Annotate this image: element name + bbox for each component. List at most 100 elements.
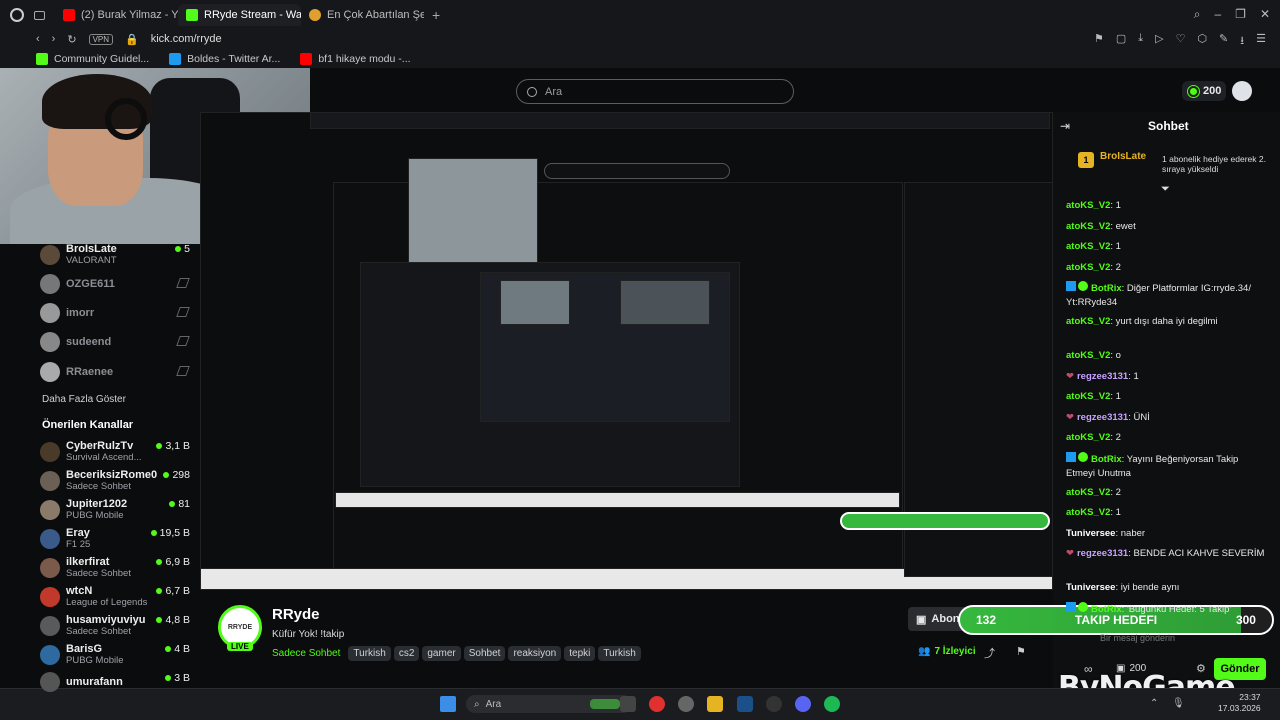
downloads-icon[interactable]: ⭳: [1240, 32, 1244, 51]
chat-username[interactable]: Tuniversee: [1066, 582, 1115, 593]
snapshot-icon[interactable]: ▢: [1116, 32, 1126, 51]
spotify-icon[interactable]: [824, 696, 840, 712]
mic-icon[interactable]: 🎙: [1172, 698, 1185, 709]
clock[interactable]: 23:37 17.03.2026: [1218, 692, 1261, 714]
chat-username[interactable]: Tuniversee: [1066, 528, 1115, 539]
chat-username[interactable]: atoKS_V2: [1066, 221, 1110, 232]
avatar: [40, 615, 60, 636]
recursive-thumbnail: [620, 280, 710, 325]
chat-username[interactable]: regzee3131: [1077, 548, 1128, 559]
bookmark-community[interactable]: Community Guidel...: [36, 53, 149, 65]
sidebar-item-recommended[interactable]: Jupiter1202 PUBG Mobile 81: [40, 498, 190, 521]
sidebar-item-imorr[interactable]: imorr: [40, 303, 190, 323]
menu-icon[interactable]: ☰: [1256, 32, 1266, 51]
tab-video[interactable]: En Çok Abartılan Şey? #1: [301, 4, 424, 26]
collapse-chat-icon[interactable]: ⇥: [1060, 119, 1070, 133]
sidebar-item-recommended[interactable]: wtcN League of Legends 6,7 B: [40, 585, 190, 608]
stream-tag[interactable]: cs2: [393, 646, 420, 661]
close-icon[interactable]: ✕: [1260, 7, 1270, 22]
chat-username[interactable]: atoKS_V2: [1066, 262, 1110, 273]
report-icon[interactable]: ⚑: [1016, 645, 1026, 658]
bookmark-boldes[interactable]: Boldes - Twitter Ar...: [169, 53, 280, 65]
tab-kick[interactable]: RRyde Stream - Watch Live: [178, 4, 301, 26]
chat-username[interactable]: BotRix: [1091, 454, 1122, 465]
sidebar-item-recommended[interactable]: BarisG PUBG Mobile 4 B: [40, 643, 190, 666]
show-more-link[interactable]: Daha Fazla Göster: [42, 394, 126, 405]
sidebar-item-recommended[interactable]: Eray F1 25 19,5 B: [40, 527, 190, 550]
coin-balance[interactable]: 200: [1182, 81, 1226, 101]
channel-name[interactable]: RRyde: [272, 606, 320, 623]
vpn-badge[interactable]: VPN: [88, 33, 114, 45]
sidebar-item-recommended[interactable]: CyberRulzTv Survival Ascend... 3,1 B: [40, 440, 190, 463]
chat-username[interactable]: atoKS_V2: [1066, 507, 1110, 518]
stream-tag[interactable]: reaksiyon: [508, 646, 562, 661]
user-avatar[interactable]: [1232, 81, 1252, 101]
url-field[interactable]: kick.com/rryde: [151, 33, 222, 45]
minimize-icon[interactable]: –: [1214, 7, 1221, 22]
maximize-icon[interactable]: ❐: [1235, 7, 1246, 22]
chat-message: atoKS_V2: 1: [1066, 506, 1266, 520]
app-icon[interactable]: [678, 696, 694, 712]
stream-tag[interactable]: Sohbet: [463, 646, 506, 661]
reload-icon[interactable]: ↻: [67, 33, 76, 46]
opera-logo-icon[interactable]: [10, 8, 24, 22]
new-tab-icon[interactable]: +: [432, 7, 440, 23]
chat-text: 2: [1115, 432, 1121, 443]
chat-username[interactable]: atoKS_V2: [1066, 432, 1110, 443]
heart-icon[interactable]: ♡: [1176, 32, 1186, 51]
sidebar-item-recommended[interactable]: ilkerfirat Sadece Sohbet 6,9 B: [40, 556, 190, 579]
stream-tag[interactable]: tepki: [564, 646, 596, 661]
tab-list-icon[interactable]: [34, 10, 45, 20]
windows-start-icon[interactable]: [440, 696, 456, 712]
chat-input[interactable]: Bir mesaj gönderin: [1066, 628, 1262, 648]
file-explorer-icon[interactable]: [620, 696, 636, 712]
chat-username[interactable]: atoKS_V2: [1066, 391, 1110, 402]
live-dot-icon: [156, 588, 163, 594]
expand-pin-icon[interactable]: ⏷: [1161, 183, 1170, 196]
tab-youtube[interactable]: (2) Burak Yilmaz - YouTube: [55, 4, 178, 26]
chat-username[interactable]: BotRix: [1091, 604, 1122, 615]
folder-icon[interactable]: [707, 696, 723, 712]
bookmark-icon[interactable]: ⚑: [1094, 32, 1104, 51]
stream-tag[interactable]: Turkish: [348, 646, 391, 661]
sidebar-item-broislate[interactable]: BroIsLate VALORANT 5: [40, 243, 190, 266]
play-icon[interactable]: ▷: [1155, 32, 1163, 51]
steam-icon[interactable]: [737, 696, 753, 712]
search-input[interactable]: Ara: [516, 79, 794, 104]
tray-chevron-icon[interactable]: ⌃: [1150, 698, 1158, 709]
edit-icon[interactable]: ✎: [1219, 32, 1228, 51]
category-link[interactable]: Sadece Sohbet: [272, 648, 340, 659]
chat-username[interactable]: atoKS_V2: [1066, 350, 1110, 361]
discord-icon[interactable]: [795, 696, 811, 712]
opera-icon[interactable]: [649, 696, 665, 712]
stream-tag[interactable]: gamer: [422, 646, 461, 661]
chat-username[interactable]: regzee3131: [1077, 371, 1128, 382]
obs-icon[interactable]: [766, 696, 782, 712]
bookmark-bf1[interactable]: bf1 hikaye modu -...: [300, 53, 411, 65]
stream-tag[interactable]: Turkish: [598, 646, 641, 661]
chat-username[interactable]: atoKS_V2: [1066, 241, 1110, 252]
forward-icon[interactable]: ›: [52, 33, 56, 45]
chat-username[interactable]: atoKS_V2: [1066, 200, 1110, 211]
sidebar-item-ozge611[interactable]: OZGE611: [40, 274, 190, 294]
sidebar-item-rraenee[interactable]: RRaenee: [40, 362, 190, 382]
widget-icon[interactable]: [590, 699, 620, 709]
back-icon[interactable]: ‹: [36, 33, 40, 45]
video-player[interactable]: [200, 112, 1053, 590]
share-icon[interactable]: ⤴: [984, 645, 995, 661]
channel-name: BarisG: [66, 643, 103, 655]
sidebar-item-recommended[interactable]: husamviyuviyu Sadece Sohbet 4,8 B: [40, 614, 190, 637]
search-icon[interactable]: ⌕: [1194, 7, 1201, 22]
sidebar-item-sudeend[interactable]: sudeend: [40, 332, 190, 352]
verified-badge-icon: [1078, 601, 1088, 612]
channel-name: Jupiter1202: [66, 498, 128, 510]
download-icon[interactable]: ⤓: [1138, 32, 1143, 51]
channel-name: RRaenee: [66, 366, 114, 378]
sidebar-item-recommended[interactable]: umurafann 3 B: [40, 672, 190, 692]
chat-username[interactable]: atoKS_V2: [1066, 316, 1110, 327]
chat-username[interactable]: regzee3131: [1077, 412, 1128, 423]
chat-username[interactable]: atoKS_V2: [1066, 487, 1110, 498]
sidebar-item-recommended[interactable]: BeceriksizRome0 Sadece Sohbet 298: [40, 469, 190, 492]
chat-username[interactable]: BotRix: [1091, 283, 1122, 294]
extensions-icon[interactable]: ⬡: [1197, 32, 1207, 51]
